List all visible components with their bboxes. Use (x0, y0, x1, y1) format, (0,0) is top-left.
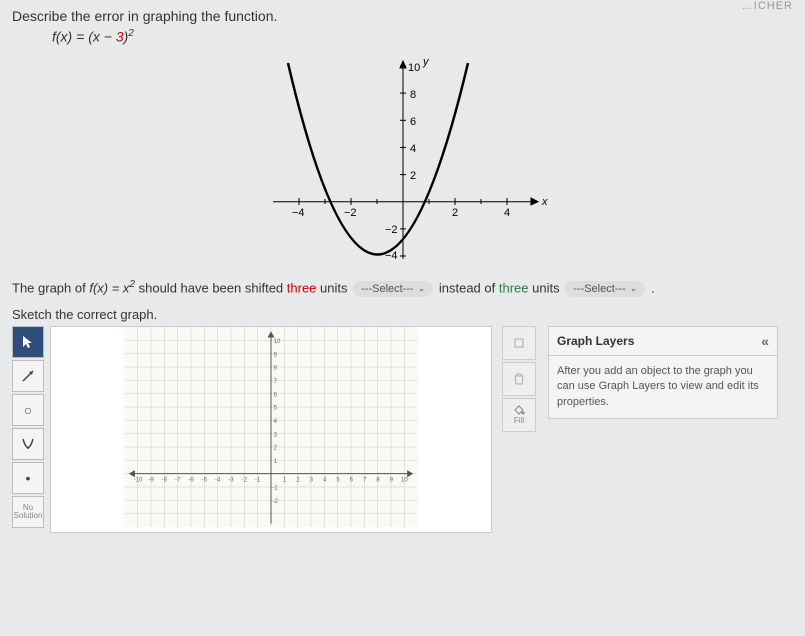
sentence-mid3: instead of (439, 280, 499, 295)
function-formula: f(x) = (x − 3)2 (52, 28, 793, 45)
sentence-pre: The graph of (12, 280, 89, 295)
graph-layers-panel: Graph Layers « After you add an object t… (548, 326, 778, 419)
circle-icon: ○ (24, 402, 32, 418)
parabola-icon (20, 436, 36, 452)
formula-shift-value: 3 (116, 29, 124, 45)
formula-lhs: f(x) (52, 29, 72, 45)
no-solution-line2: Solution (14, 512, 43, 520)
tool-pointer[interactable] (12, 326, 44, 358)
select-direction-2[interactable]: ---Select--- ⌄ (565, 281, 645, 297)
error-graph-figure: −4 −2 2 4 2 4 6 8 10 −2 −4 x y (12, 51, 793, 271)
xtick-2: 2 (452, 207, 458, 219)
ytick-4: 4 (410, 143, 416, 155)
sentence-num1: three (287, 280, 317, 295)
svg-text:10: 10 (274, 339, 281, 345)
point-icon: • (26, 470, 31, 486)
svg-text:-5: -5 (202, 478, 208, 484)
sentence-fx: f(x) = x (89, 280, 129, 295)
side-btn-delete[interactable] (502, 362, 536, 396)
ytick-6: 6 (410, 116, 416, 128)
sketch-prompt: Sketch the correct graph. (12, 307, 793, 322)
formula-open: (x − (88, 29, 116, 45)
formula-exponent: 2 (128, 28, 134, 39)
sentence-exp: 2 (129, 279, 135, 290)
svg-text:-10: -10 (134, 478, 143, 484)
action-icon (512, 336, 526, 350)
svg-text:-1: -1 (255, 478, 261, 484)
line-icon (20, 368, 36, 384)
chevron-down-icon: ⌄ (630, 283, 638, 294)
xtick-4: 4 (504, 207, 510, 219)
y-axis-label: y (422, 56, 430, 68)
svg-text:-9: -9 (148, 478, 154, 484)
svg-text:-2: -2 (242, 478, 248, 484)
tool-no-solution[interactable]: No Solution (12, 496, 44, 528)
formula-eq: = (72, 29, 88, 45)
select-label-1: ---Select--- (361, 283, 414, 295)
side-column: Fill (502, 326, 536, 432)
side-btn-fill[interactable]: Fill (502, 398, 536, 432)
header-fragment: …ICHER (742, 0, 793, 12)
tool-line[interactable] (12, 360, 44, 392)
pointer-icon (21, 335, 35, 349)
tool-point[interactable]: • (12, 462, 44, 494)
select-label-2: ---Select--- (573, 283, 626, 295)
svg-text:-2: -2 (272, 499, 278, 505)
chevron-down-icon: ⌄ (418, 283, 426, 294)
tool-circle[interactable]: ○ (12, 394, 44, 426)
sentence-period: . (651, 280, 655, 295)
side-btn-1[interactable] (502, 326, 536, 360)
ytick-2: 2 (410, 170, 416, 182)
layers-title: Graph Layers (557, 334, 634, 348)
sentence-mid4: units (532, 280, 563, 295)
select-direction-1[interactable]: ---Select--- ⌄ (353, 281, 433, 297)
sentence-mid2: units (320, 280, 351, 295)
xtick-neg2: −2 (344, 207, 357, 219)
sketch-area: ○ • No Solution (12, 326, 793, 533)
collapse-icon[interactable]: « (761, 333, 769, 349)
question-prompt: Describe the error in graphing the funct… (12, 8, 793, 24)
tool-parabola[interactable] (12, 428, 44, 460)
x-axis-label: x (541, 196, 548, 208)
layers-body: After you add an object to the graph you… (549, 356, 777, 418)
svg-text:-8: -8 (162, 478, 168, 484)
fill-in-sentence: The graph of f(x) = x2 should have been … (12, 279, 793, 297)
ytick-neg2: −2 (385, 224, 398, 236)
ytick-10: 10 (408, 62, 420, 74)
ytick-8: 8 (410, 89, 416, 101)
fill-label: Fill (514, 416, 524, 425)
svg-text:-6: -6 (188, 478, 194, 484)
xtick-neg4: −4 (292, 207, 305, 219)
svg-text:-1: -1 (272, 486, 278, 492)
trash-icon (512, 372, 526, 386)
svg-text:10: 10 (401, 478, 408, 484)
fill-icon (513, 404, 525, 416)
parabola-curve (288, 63, 468, 255)
svg-text:-4: -4 (215, 478, 221, 484)
svg-text:-3: -3 (228, 478, 234, 484)
sentence-mid1: should have been shifted (139, 280, 287, 295)
sketch-grid[interactable]: -10-9-8-7-6-5-4-3-2-1 12345678910 109876… (50, 326, 492, 533)
sentence-num2: three (499, 280, 529, 295)
tool-column: ○ • No Solution (12, 326, 44, 528)
svg-text:-7: -7 (175, 478, 181, 484)
